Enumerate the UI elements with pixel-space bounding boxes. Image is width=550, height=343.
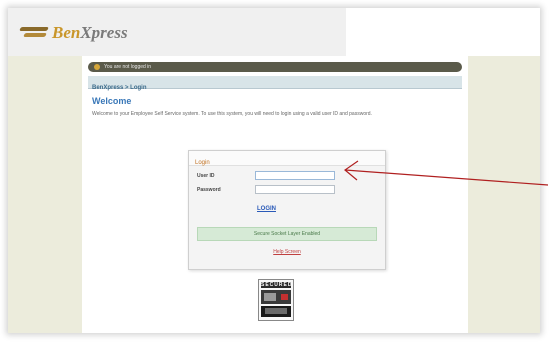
badge-seal-icon [261,290,291,304]
login-button[interactable]: LOGIN [257,206,276,212]
browser-frame: Ben Xpress You are not logged in BenXpres… [8,8,540,333]
security-seal-badge[interactable]: SECURED [258,279,294,321]
breadcrumb-bar: BenXpress > Login [88,76,462,91]
status-icon [94,64,100,70]
badge-top-text: SECURED [261,282,293,288]
main-content: You are not logged in BenXpress > Login … [82,56,468,333]
welcome-text: Welcome to your Employee Self Service sy… [92,111,372,117]
benxpress-logo: Ben Xpress [19,20,128,46]
help-screen-link[interactable]: Help Screen [189,249,385,255]
header: Ben Xpress [8,8,346,56]
logo-text-ben: Ben [52,23,81,42]
login-header-label: Login [195,160,210,166]
ssl-notice: Secure Socket Layer Enabled [197,227,377,241]
login-panel: Login User ID Password LOGIN Secure Sock… [188,150,386,270]
login-panel-header: Login [189,151,385,166]
user-id-label: User ID [197,173,215,179]
password-input[interactable] [255,185,335,194]
welcome-title: Welcome [92,96,132,106]
left-side-panel [8,56,82,333]
user-id-input[interactable] [255,171,335,180]
right-side-panel [468,56,540,333]
status-text: You are not logged in [104,64,152,70]
breadcrumb: BenXpress > Login [92,85,147,91]
password-label: Password [197,187,221,193]
wing-logo-icon [19,25,49,41]
logo-text-xpress: Xpress [80,23,128,42]
login-status-bar: You are not logged in [88,62,462,72]
badge-bottom [261,306,291,317]
